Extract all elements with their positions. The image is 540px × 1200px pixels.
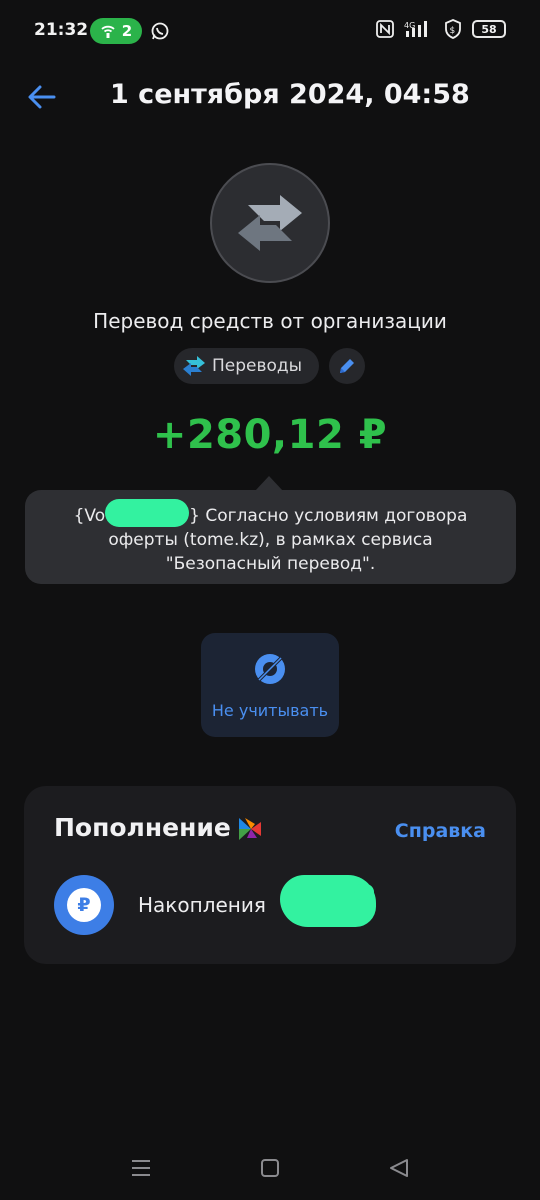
wifi-hotspot-icon (101, 25, 115, 38)
edit-category-button[interactable] (329, 348, 365, 384)
screen: 21:32 2 4G $ 58 1 сентября 2024, 04:58 П… (0, 0, 540, 1200)
hotspot-indicator: 2 (90, 18, 142, 44)
ignore-button[interactable]: Не учитывать (201, 633, 339, 737)
account-name[interactable]: Накопления (138, 893, 266, 917)
replenish-title: Пополнение (54, 813, 231, 842)
hotspot-count: 2 (121, 22, 133, 40)
redaction-mark-2 (280, 875, 376, 927)
svg-text:$: $ (450, 26, 456, 36)
exchange-arrows-small-icon (183, 356, 205, 376)
home-square-icon[interactable] (260, 1158, 280, 1178)
description-tooltip: {Vo} Согласно условиям договора оферты (… (25, 490, 516, 584)
whatsapp-icon (151, 22, 169, 40)
ruble-coin-icon: ₽ (67, 888, 101, 922)
eye-off-icon (255, 654, 285, 684)
nfc-icon (376, 20, 394, 38)
ignore-label: Не учитывать (211, 701, 329, 720)
back-triangle-icon[interactable] (388, 1157, 410, 1179)
operation-name: Перевод средств от организации (93, 309, 447, 333)
category-label: Переводы (212, 356, 303, 376)
vpn-shield-icon: $ (445, 19, 461, 39)
exchange-arrows-icon (238, 195, 302, 251)
status-time: 21:32 (34, 20, 89, 40)
pencil-icon (340, 359, 354, 373)
battery-indicator: 58 (472, 20, 506, 38)
colored-triangles-icon (239, 818, 261, 840)
system-nav-bar (0, 1140, 540, 1200)
replenish-card: Пополнение Справка ₽ Накопления (24, 786, 516, 964)
help-link[interactable]: Справка (395, 820, 486, 842)
account-avatar: ₽ (54, 875, 114, 935)
operation-amount: +280,12 ₽ (152, 412, 388, 458)
description-prefix: {Vo (73, 506, 106, 526)
menu-lines-icon[interactable] (131, 1158, 151, 1178)
page-title: 1 сентября 2024, 04:58 (110, 79, 470, 110)
tooltip-arrow (255, 476, 283, 491)
signal-4g-icon: 4G (404, 21, 427, 37)
back-arrow-icon[interactable] (26, 83, 58, 111)
status-right-icons: 4G $ 58 (376, 19, 506, 39)
redaction-mark-2-tip (354, 884, 374, 900)
status-bar: 21:32 2 4G $ 58 (0, 0, 540, 62)
redaction-mark (105, 499, 190, 527)
category-avatar (210, 163, 330, 283)
category-chip[interactable]: Переводы (174, 348, 319, 384)
